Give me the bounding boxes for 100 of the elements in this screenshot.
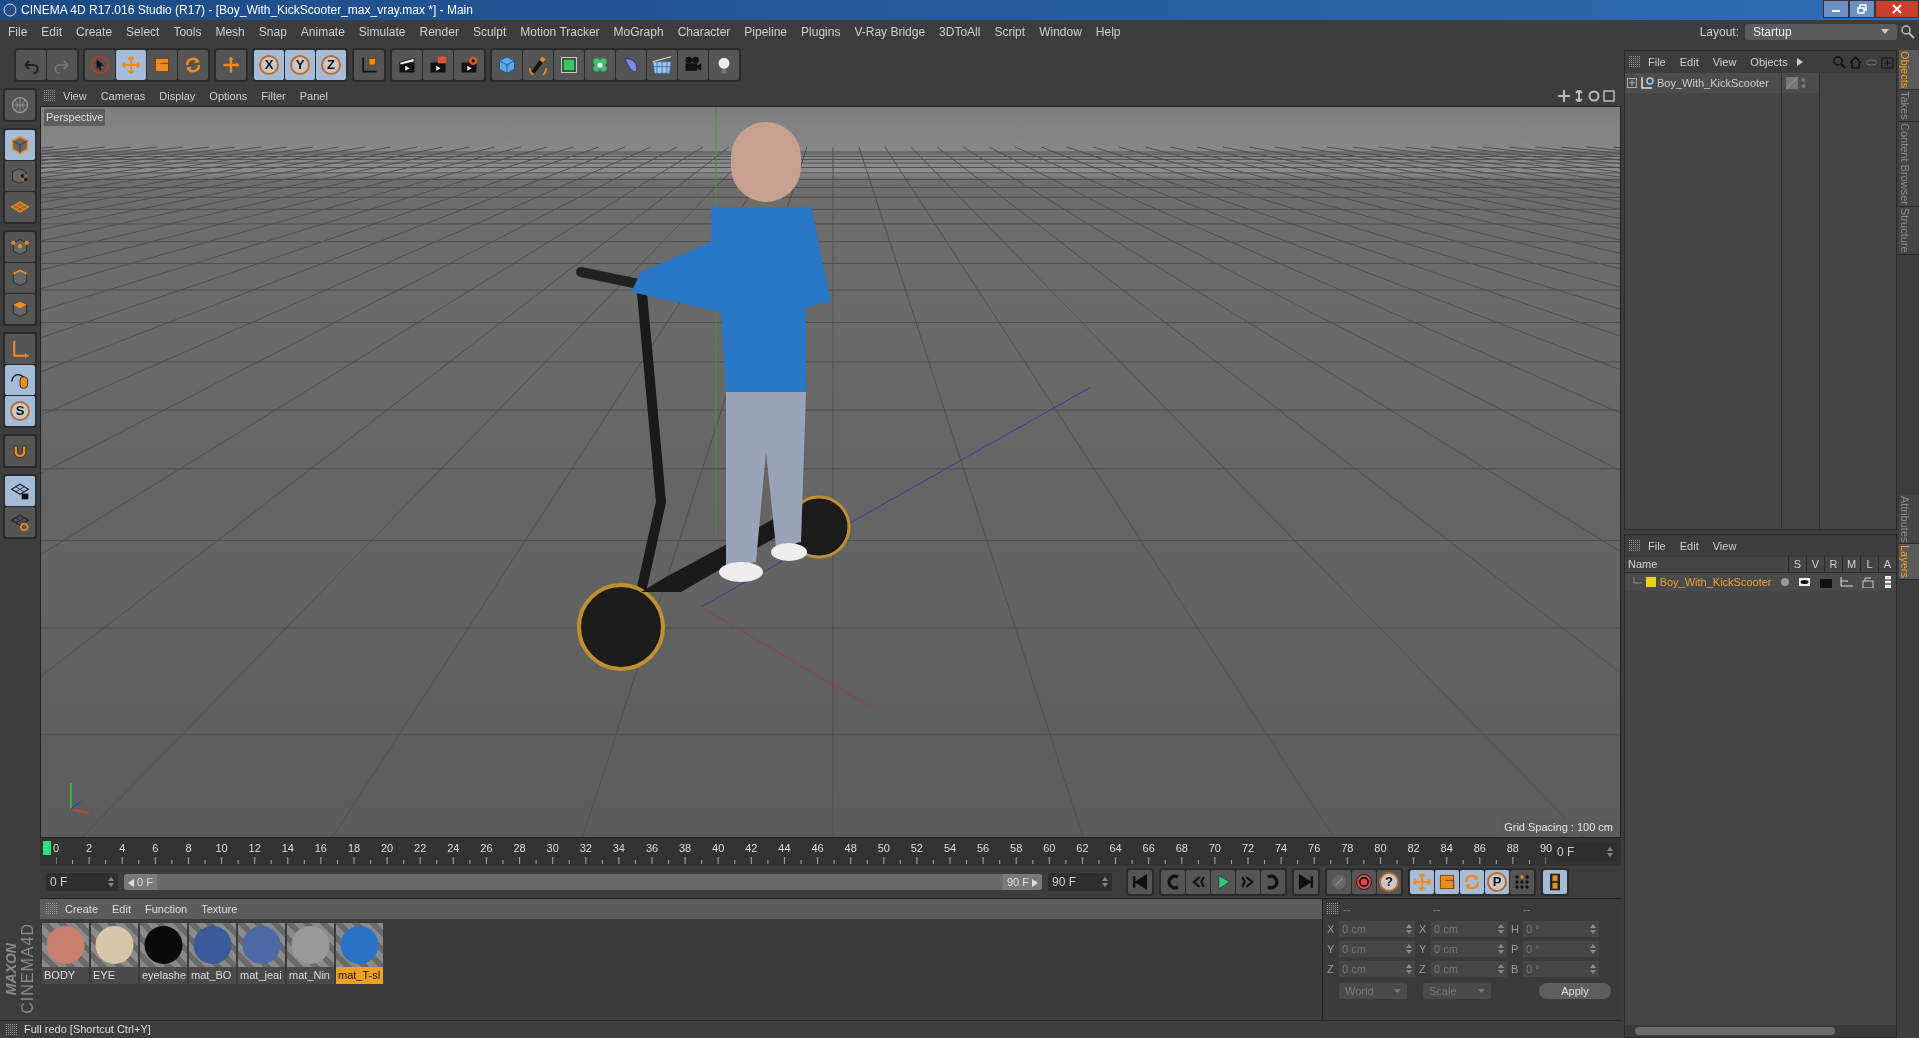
spinner-arrows-icon[interactable] [1590,924,1596,934]
menu-item[interactable]: Edit [34,23,70,41]
menu-item[interactable]: Snap [251,23,294,41]
visibility-dots-icon[interactable] [1801,77,1806,89]
previous-key-button[interactable] [1161,870,1185,894]
menu-item[interactable]: Create [69,23,120,41]
checker-cube-button[interactable] [5,161,35,191]
subdivision-cube-button[interactable] [554,50,584,80]
orbit-icon[interactable] [1588,90,1600,102]
apply-button[interactable]: Apply [1539,983,1611,999]
zoom-arrows-icon[interactable] [1573,90,1585,102]
menu-item[interactable]: Mesh [208,23,252,41]
menu-item[interactable]: View [1705,537,1744,555]
menu-item[interactable]: View [56,87,94,105]
render-clapperboard-button[interactable] [423,50,453,80]
floor-grid-button[interactable] [647,50,677,80]
layout-dropdown[interactable]: Startup [1745,24,1897,40]
horizontal-scrollbar[interactable] [1625,1025,1896,1037]
light-bulb-button[interactable] [709,50,739,80]
mouse-button[interactable] [5,365,35,395]
toggle-button[interactable]: Z [316,50,346,80]
viewport[interactable]: Perspective Grid Spacing : 100 cm [40,106,1621,838]
material-swatch[interactable]: eyelashe [140,923,187,984]
toggle-button[interactable]: X [254,50,284,80]
model-cube-button[interactable] [5,130,35,160]
panel-grip-icon[interactable] [46,903,58,915]
scale-button[interactable] [1435,870,1459,894]
material-swatch[interactable]: mat_Nin [287,923,334,984]
menu-item[interactable]: V-Ray Bridge [847,23,933,41]
menu-item[interactable]: Display [152,87,203,105]
spinner-arrows-icon[interactable] [1498,924,1504,934]
spinner-arrows-icon[interactable] [1498,964,1504,974]
menu-item[interactable]: Edit [105,900,138,918]
spinner-arrows-icon[interactable] [1590,944,1596,954]
spinner-arrows-icon[interactable] [1406,964,1412,974]
menu-item[interactable]: Pipeline [737,23,795,41]
menu-item[interactable]: Objects [1743,53,1795,71]
grid-refresh-button[interactable] [5,507,35,537]
layer-row[interactable]: Boy_With_KickScooter [1625,573,1896,591]
spinner-arrows-icon[interactable] [1590,964,1596,974]
menu-item[interactable]: Script [987,23,1033,41]
menu-item[interactable]: MoGraph [606,23,671,41]
record-button[interactable] [1327,870,1351,894]
dot-grid-button[interactable] [1510,870,1534,894]
bent-shape-button[interactable] [616,50,646,80]
spinner-arrows-icon[interactable] [1406,944,1412,954]
menu-item[interactable]: Sculpt [465,23,514,41]
next-key-button[interactable] [1261,870,1285,894]
workplane-grid-button[interactable] [5,192,35,222]
menu-item[interactable]: View [1705,53,1744,71]
hierarchy-icon[interactable] [1837,576,1855,588]
cube-button[interactable] [492,50,522,80]
spinner-arrows-icon[interactable] [1102,877,1108,887]
play-button[interactable] [1211,870,1235,894]
menu-item[interactable]: Plugins [794,23,848,41]
menu-item[interactable]: File [1641,53,1673,71]
menu-item[interactable]: Texture [194,900,245,918]
scale-button[interactable] [147,50,177,80]
panel-grip-icon[interactable] [44,90,56,102]
spinner-arrows-icon[interactable] [1607,847,1613,857]
material-swatch[interactable]: BODY [42,923,89,984]
menu-item[interactable]: Render [412,23,466,41]
search-icon[interactable] [1901,25,1915,39]
cube-points-button[interactable] [5,232,35,262]
camera-button[interactable] [678,50,708,80]
cloner-spheres-button[interactable] [585,50,615,80]
cube-edges-button[interactable] [5,263,35,293]
menu-item[interactable]: 3DToAll [932,23,988,41]
arrow-cursor-button[interactable] [85,50,115,80]
toggle-button[interactable]: ? [1377,870,1401,894]
menu-item[interactable]: Edit [1672,53,1706,71]
start-frame-field[interactable]: 0 F [46,873,118,891]
menu-item[interactable]: Help [1088,23,1128,41]
undo-button[interactable] [16,50,46,80]
menu-item[interactable]: Character [670,23,738,41]
menu-item[interactable]: Simulate [351,23,413,41]
menu-item[interactable]: Cameras [93,87,153,105]
toggle-button[interactable]: Y [285,50,315,80]
material-swatch[interactable]: mat_BO [189,923,236,984]
spinner-arrows-icon[interactable] [108,877,114,887]
previous-frame-button[interactable] [1186,870,1210,894]
spinner-arrows-icon[interactable] [1498,944,1504,954]
layer-color-swatch[interactable] [1646,577,1656,587]
menu-item[interactable]: Animate [293,23,352,41]
panel-grip-icon[interactable] [1629,540,1641,552]
cube-polygon-button[interactable] [5,294,35,324]
menu-item[interactable]: Create [58,900,106,918]
menu-item[interactable]: Select [119,23,167,41]
pen-button[interactable] [523,50,553,80]
rotate-button[interactable] [178,50,208,80]
object-row[interactable]: Boy_With_KickScooter [1625,73,1781,93]
axis-button[interactable] [5,334,35,364]
current-frame-field[interactable]: 0 F [1553,843,1617,861]
menu-item[interactable]: Window [1032,23,1089,41]
restore-button[interactable] [1849,0,1875,18]
material-swatch[interactable]: mat_T-sl [336,923,383,984]
eye-icon[interactable] [1796,576,1813,588]
toggle-button[interactable]: S [5,396,35,426]
menu-item[interactable]: Filter [254,87,293,105]
toggle-button[interactable]: P [1485,870,1509,894]
